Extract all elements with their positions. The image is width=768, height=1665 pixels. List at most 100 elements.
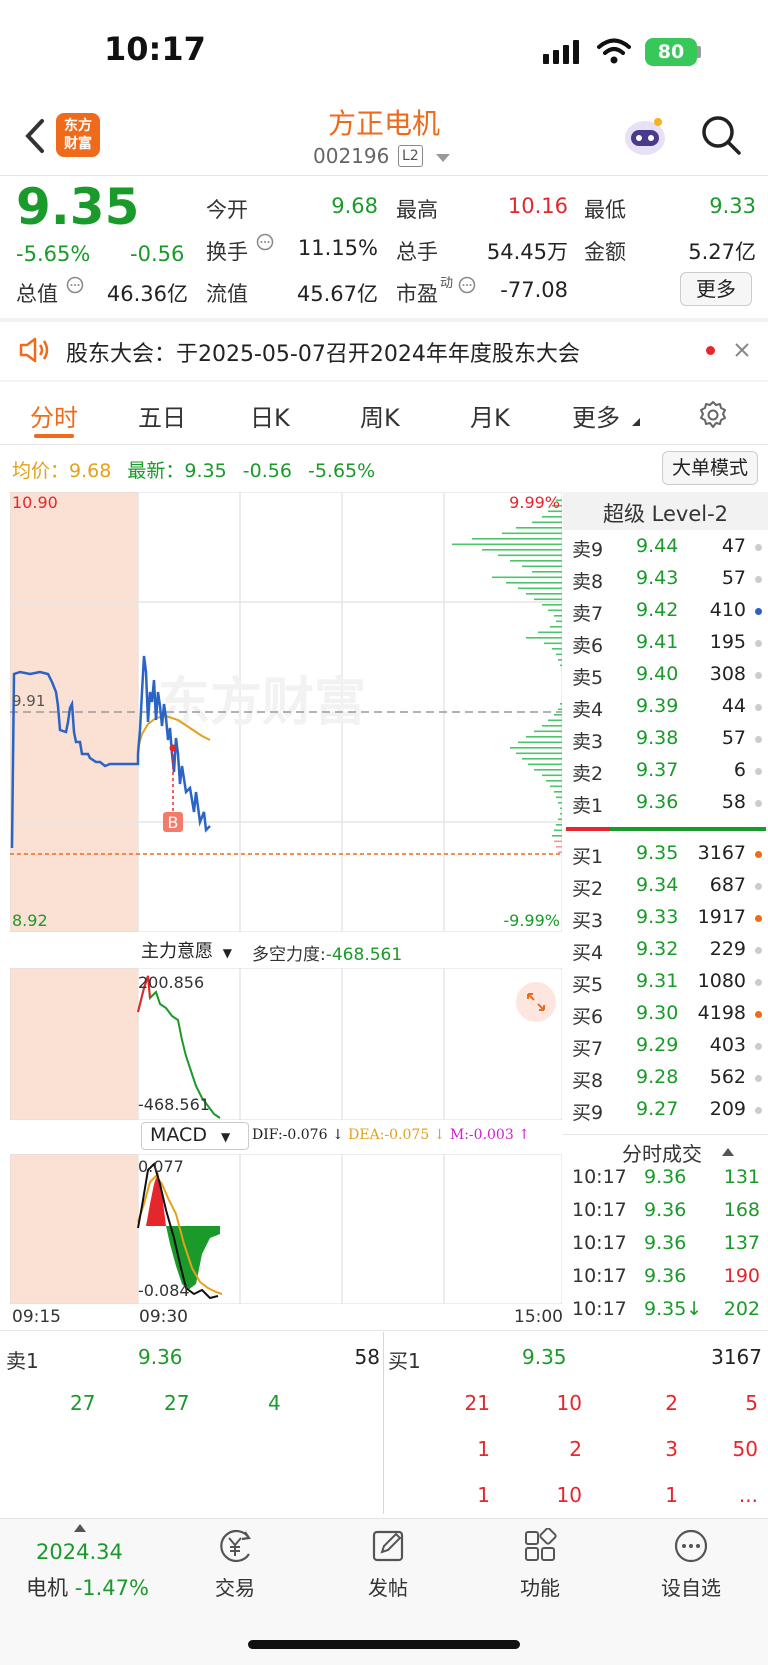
tab-more[interactable]: 更多: [572, 398, 620, 433]
orderbook-title[interactable]: 超级 Level-2: [563, 498, 768, 528]
bid-row[interactable]: 买2 9.34 687: [570, 870, 766, 902]
notice-text[interactable]: 股东大会：于2025-05-07召开2024年年度股东大会: [66, 336, 580, 368]
depth-bar: [558, 659, 562, 661]
caret-up-icon[interactable]: [74, 1524, 86, 1532]
ask-row[interactable]: 卖6 9.41 195: [570, 627, 766, 659]
bid-row[interactable]: 买7 9.29 403: [570, 1030, 766, 1062]
mcap-value: 46.36亿: [106, 282, 188, 306]
ask-row[interactable]: 卖4 9.39 44: [570, 691, 766, 723]
volume-label: 总手: [396, 240, 438, 264]
nav-functions[interactable]: 功能: [480, 1527, 600, 1601]
intraday-price-chart[interactable]: 东方财富 B 10.90 9.91 8.92 9.99% -9.99%: [10, 492, 562, 932]
bid-level: 买4: [572, 942, 604, 964]
depth-bar: [518, 587, 562, 590]
macd-chart[interactable]: 0.077 -0.084: [10, 1154, 562, 1304]
more-button[interactable]: 更多: [680, 272, 752, 306]
bid-volume: 1080: [697, 970, 746, 992]
bid-indicator-dot: [755, 915, 762, 922]
nav-add-watchlist[interactable]: 设自选: [631, 1528, 751, 1601]
active-tab-indicator: [34, 434, 74, 438]
depth-bar: [518, 741, 562, 744]
bid-row[interactable]: 买1 9.35 3167: [570, 838, 766, 870]
bid-row[interactable]: 买4 9.32 229: [570, 934, 766, 966]
trade-row: 10:17 9.36 131: [570, 1162, 766, 1195]
ask-level: 卖3: [572, 731, 604, 753]
ask-volume: 410: [709, 599, 746, 621]
ask-volume: 57: [721, 567, 746, 589]
depth-bar: [528, 763, 562, 766]
ask-row[interactable]: 卖2 9.37 6: [570, 755, 766, 787]
index-value[interactable]: 2024.34: [36, 1540, 123, 1564]
info-icon[interactable]: [458, 276, 476, 294]
bid-row[interactable]: 买5 9.31 1080: [570, 966, 766, 998]
bid-row[interactable]: 买3 9.33 1917: [570, 902, 766, 934]
bid-level: 买6: [572, 1006, 604, 1028]
depth-bar: [532, 521, 562, 524]
depth-bar: [516, 752, 562, 755]
low-value: 9.33: [709, 194, 756, 218]
indicator1-stat: 多空力度:-468.561: [252, 940, 402, 965]
indicator1-chart[interactable]: 200.856 -468.561: [10, 968, 562, 1120]
chevron-down-icon[interactable]: [436, 154, 450, 162]
nav-trade[interactable]: 交易: [175, 1528, 295, 1601]
level2-badge: L2: [398, 145, 423, 167]
nav-post[interactable]: 发帖: [328, 1528, 448, 1601]
latest-pct: -5.65%: [307, 460, 376, 482]
home-indicator[interactable]: [248, 1640, 520, 1649]
tab-weekly-k[interactable]: 周K: [360, 398, 400, 433]
settings-gear-icon[interactable]: [698, 400, 728, 430]
ask-row[interactable]: 卖8 9.43 57: [570, 563, 766, 595]
search-icon[interactable]: [700, 114, 742, 156]
ask-volume: 6: [733, 759, 746, 781]
large-order-mode-button[interactable]: 大单模式: [662, 451, 758, 485]
low-label: 最低: [584, 198, 626, 222]
indicator1-selector[interactable]: 主力意愿 ▼: [141, 937, 232, 963]
depth-bar: [452, 543, 562, 546]
buy-marker-label: B: [168, 813, 179, 832]
ask-row[interactable]: 卖7 9.42 410: [570, 595, 766, 627]
trade-price: 9.36: [644, 1265, 687, 1287]
ask-row[interactable]: 卖3 9.38 57: [570, 723, 766, 755]
ask-row[interactable]: 卖1 9.36 58: [570, 787, 766, 819]
volume-value: 54.45万: [486, 240, 568, 264]
bid-indicator-dot: [755, 979, 762, 986]
macd-min: -0.084: [138, 1281, 190, 1300]
bid-price: 9.29: [636, 1034, 679, 1056]
info-icon[interactable]: [256, 233, 274, 251]
depth-bar: [534, 598, 562, 601]
depth-bar: [510, 560, 562, 562]
ask-row[interactable]: 卖9 9.44 47: [570, 531, 766, 563]
pct-axis-bottom: -9.99%: [503, 911, 560, 930]
trade-price: 9.36: [644, 1199, 687, 1221]
bid-volume: 3167: [697, 842, 746, 864]
depth-bar: [554, 615, 562, 617]
dropdown-icon: ▼: [222, 946, 232, 960]
bid-row[interactable]: 买9 9.27 209: [570, 1094, 766, 1126]
ask-row[interactable]: 卖5 9.40 308: [570, 659, 766, 691]
index-ticker[interactable]: 电机 -1.47%: [26, 1572, 149, 1602]
caret-up-icon[interactable]: [722, 1148, 734, 1156]
bid-volume: 1917: [697, 906, 746, 928]
ask-volume: 195: [709, 631, 746, 653]
info-icon[interactable]: [66, 276, 84, 294]
depth-bar: [554, 840, 562, 843]
macd-selector[interactable]: MACD ▼: [141, 1122, 249, 1150]
tab-daily-k[interactable]: 日K: [250, 398, 290, 433]
bid-price: 9.28: [636, 1066, 679, 1088]
strip-divider: [0, 1330, 768, 1331]
robot-assistant-icon[interactable]: [622, 114, 668, 158]
tab-intraday[interactable]: 分时: [30, 398, 78, 433]
depth-bar: [526, 593, 562, 595]
grid-icon: [525, 1527, 557, 1561]
tab-monthly-k[interactable]: 月K: [470, 398, 510, 433]
bid-row[interactable]: 买8 9.28 562: [570, 1062, 766, 1094]
ask-bid-ratio-red: [566, 827, 610, 831]
depth-bar: [544, 642, 562, 645]
close-icon[interactable]: [734, 342, 750, 358]
bid-row[interactable]: 买6 9.30 4198: [570, 998, 766, 1030]
indicator1-min: -468.561: [138, 1095, 210, 1114]
pe-label: 市盈: [396, 282, 438, 306]
tab-five-day[interactable]: 五日: [138, 398, 186, 433]
macd-values: DIF:-0.076 ↓ DEA:-0.075 ↓ M:-0.003 ↑: [252, 1127, 530, 1143]
buy-queue-item: 1: [665, 1483, 678, 1507]
